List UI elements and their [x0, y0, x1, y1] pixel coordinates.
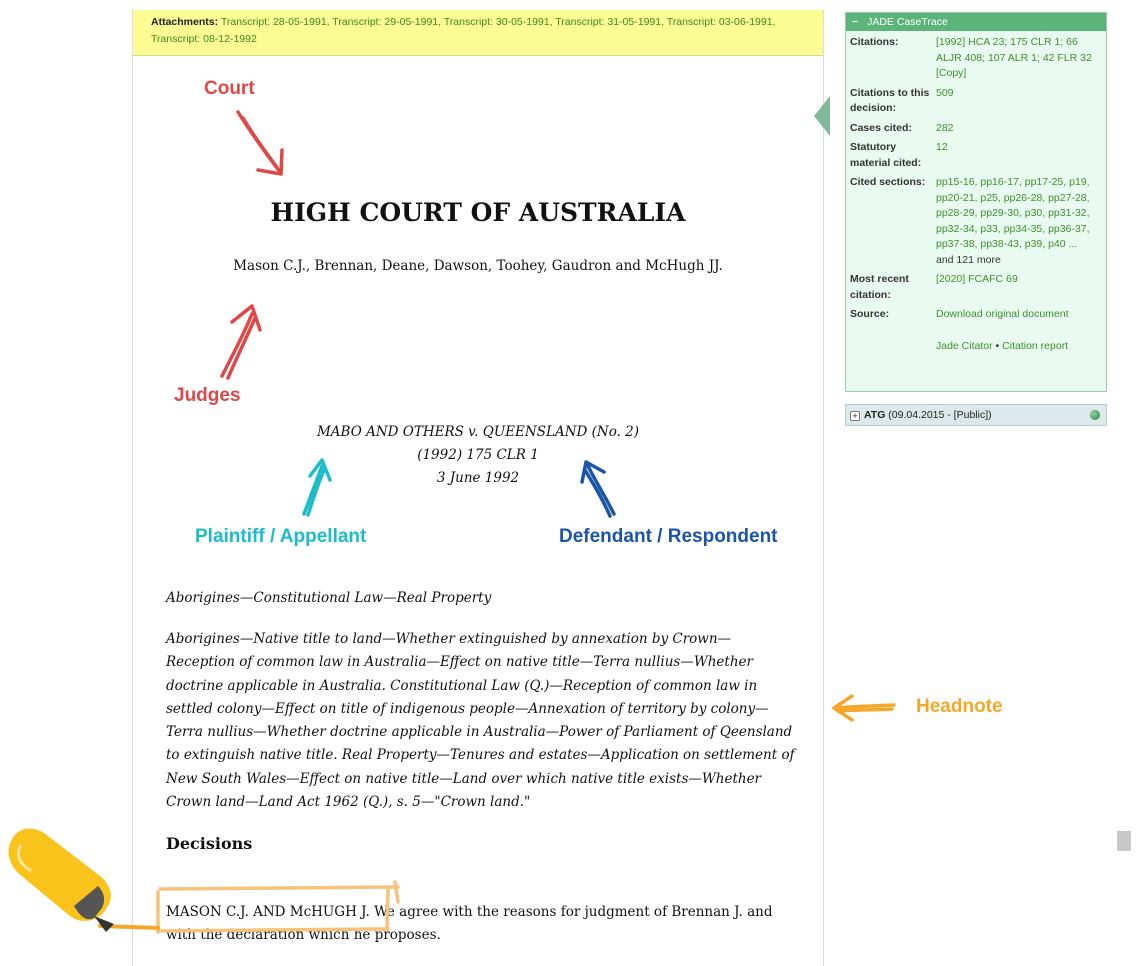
most-recent-label: Most recent citation: — [850, 273, 909, 301]
headnote-text: Aborigines—Native title to land—Whether … — [166, 631, 795, 811]
atg-detail: (09.04.2015 - [Public]) — [885, 409, 992, 421]
annotation-court: Court — [204, 78, 255, 99]
annotation-defendant: Defendant / Respondent — [559, 526, 778, 547]
jade-row-most-recent: Most recent citation: [2020] FCAFC 69 — [846, 272, 1106, 303]
citations-label: Citations: — [850, 36, 899, 48]
decision-paragraph: MASON C.J. AND McHUGH J. We agree with t… — [166, 901, 806, 947]
case-name: MABO AND OTHERS v. QUEENSLAND (No. 2) — [316, 424, 640, 440]
jade-row-statutory: Statutory material cited: 12 — [846, 140, 1106, 171]
source-value[interactable]: Download original document — [936, 307, 1102, 323]
source-label: Source: — [850, 308, 890, 320]
jade-title: JADE CaseTrace — [867, 16, 948, 28]
annotation-plaintiff: Plaintiff / Appellant — [195, 526, 367, 547]
scrollbar-thumb[interactable] — [1117, 831, 1131, 851]
citations-value-wrap: [1992] HCA 23; 175 CLR 1; 66 ALJR 408; 1… — [936, 35, 1102, 82]
attachments-bar: Attachments: Transcript: 28-05-1991, Tra… — [133, 10, 823, 56]
cited-sections-label: Cited sections: — [850, 176, 926, 188]
most-recent-value[interactable]: [2020] FCAFC 69 — [936, 272, 1102, 303]
copy-link[interactable]: [Copy] — [936, 67, 966, 79]
case-info: MABO AND OTHERS v. QUEENSLAND (No. 2) (1… — [133, 421, 823, 490]
cited-sections-wrap: pp15-16, pp16-17, pp17-25, p19, pp20-21,… — [936, 175, 1102, 268]
headnote-summary: Aborigines—Constitutional Law—Real Prope… — [166, 590, 492, 606]
statutory-label: Statutory material cited: — [850, 141, 922, 169]
jade-row-citations-to: Citations to this decision: 509 — [846, 86, 1106, 117]
annotation-judges: Judges — [174, 385, 241, 406]
decisions-heading: Decisions — [166, 834, 253, 853]
statutory-value[interactable]: 12 — [936, 140, 1102, 171]
collapse-minus-icon[interactable]: − — [852, 16, 858, 28]
citation-report-link[interactable]: Citation report — [1002, 340, 1068, 352]
attachments-label: Attachments: — [151, 16, 219, 28]
expand-plus-icon[interactable]: + — [850, 411, 860, 421]
attachments-links[interactable]: Transcript: 28-05-1991, Transcript: 29-0… — [151, 16, 775, 45]
sidebar-toggle-tab[interactable] — [814, 96, 830, 136]
document-panel: Attachments: Transcript: 28-05-1991, Tra… — [132, 10, 824, 966]
jade-casetrace-panel: − JADE CaseTrace Citations: [1992] HCA 2… — [845, 12, 1107, 392]
jade-links: Jade Citator • Citation report — [936, 339, 1102, 355]
globe-icon[interactable] — [1090, 410, 1100, 420]
case-date: 3 June 1992 — [436, 470, 520, 486]
jade-citator-link[interactable]: Jade Citator — [936, 340, 993, 352]
citations-to-label: Citations to this decision: — [850, 86, 930, 115]
cases-cited-label: Cases cited: — [850, 121, 912, 134]
cited-sections-more: and 121 more — [936, 253, 1001, 266]
jade-row-links: Jade Citator • Citation report — [846, 339, 1106, 355]
atg-panel[interactable]: + ATG (09.04.2015 - [Public]) — [845, 404, 1107, 426]
atg-label: ATG — [864, 409, 886, 421]
link-separator: • — [995, 339, 1000, 352]
jade-row-cases-cited: Cases cited: 282 — [846, 121, 1106, 137]
court-title: HIGH COURT OF AUSTRALIA — [270, 198, 686, 227]
annotation-headnote: Headnote — [916, 696, 1003, 717]
jade-row-citations: Citations: [1992] HCA 23; 175 CLR 1; 66 … — [846, 35, 1106, 82]
links-spacer — [850, 339, 936, 355]
jade-row-source: Source: Download original document — [846, 307, 1106, 323]
cases-cited-value[interactable]: 282 — [936, 121, 1102, 137]
case-citation: (1992) 175 CLR 1 — [417, 447, 539, 463]
judges-line: Mason C.J., Brennan, Deane, Dawson, Tooh… — [233, 258, 723, 274]
decision-judges: MASON C.J. AND McHUGH J. — [166, 904, 370, 920]
cited-sections-value[interactable]: pp15-16, pp16-17, pp17-25, p19, pp20-21,… — [936, 175, 1102, 253]
headnote-arrow — [832, 694, 896, 722]
citations-to-value[interactable]: 509 — [936, 86, 1102, 117]
citations-value: [1992] HCA 23; 175 CLR 1; 66 ALJR 408; 1… — [936, 36, 1092, 64]
jade-row-cited-sections: Cited sections: pp15-16, pp16-17, pp17-2… — [846, 175, 1106, 268]
jade-header[interactable]: − JADE CaseTrace — [846, 13, 1106, 31]
